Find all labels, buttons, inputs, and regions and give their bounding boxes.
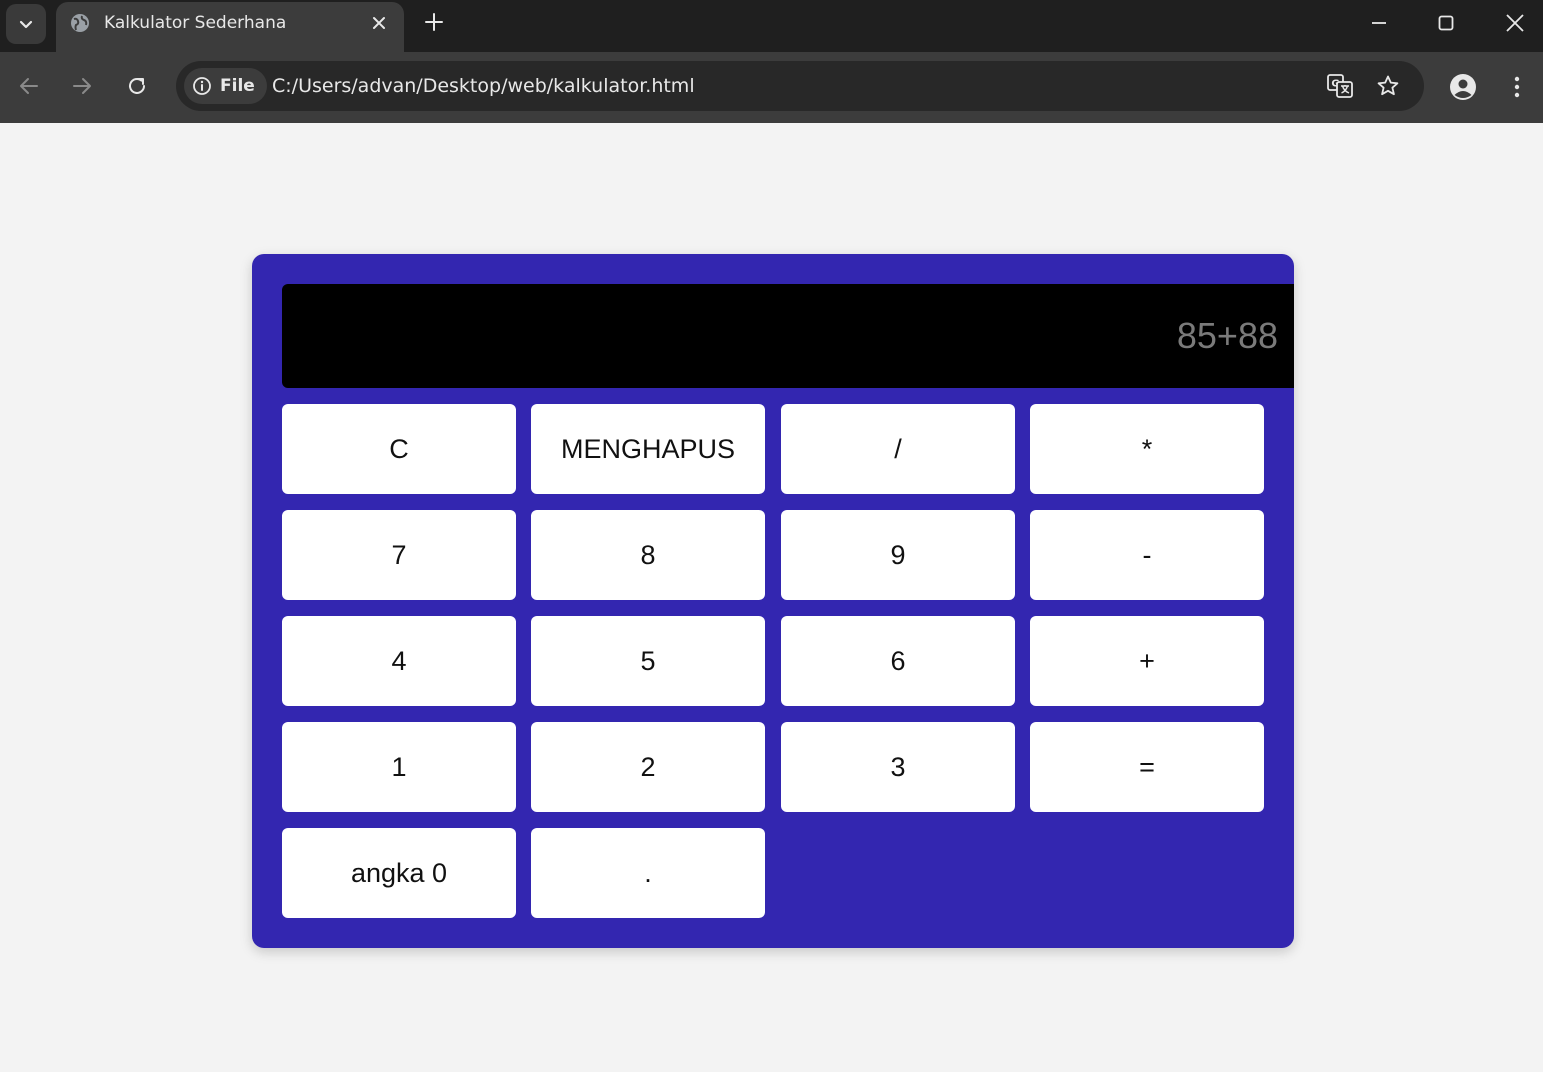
plus-icon	[425, 13, 443, 31]
more-vertical-icon	[1514, 76, 1520, 98]
digit-6-button[interactable]: 6	[781, 616, 1015, 706]
url-text[interactable]: C:/Users/advan/Desktop/web/kalkulator.ht…	[272, 74, 695, 98]
maximize-icon	[1438, 15, 1454, 31]
site-info-chip[interactable]: File	[184, 68, 267, 104]
close-icon	[373, 17, 385, 29]
close-icon	[1506, 14, 1524, 32]
browser-tab-strip: Kalkulator Sederhana	[0, 0, 1543, 52]
digit-9-button[interactable]: 9	[781, 510, 1015, 600]
globe-icon	[71, 14, 89, 32]
digit-5-button[interactable]: 5	[531, 616, 765, 706]
minimize-button[interactable]	[1364, 8, 1394, 38]
digit-8-button[interactable]: 8	[531, 510, 765, 600]
add-button[interactable]: +	[1030, 616, 1264, 706]
arrow-left-icon	[20, 78, 38, 94]
tab-title: Kalkulator Sederhana	[104, 13, 287, 33]
maximize-button[interactable]	[1431, 8, 1461, 38]
browser-menu-button[interactable]	[1504, 72, 1530, 102]
browser-tab-active[interactable]: Kalkulator Sederhana	[56, 2, 404, 52]
page-viewport: C MENGHAPUS / * 7 8 9 - 4 5 6 + 1 2 3 = …	[0, 123, 1543, 1072]
chevron-down-icon	[19, 20, 33, 29]
digit-1-button[interactable]: 1	[282, 722, 516, 812]
translate-button[interactable]: G	[1326, 72, 1354, 100]
bookmark-button[interactable]	[1374, 72, 1402, 100]
divide-button[interactable]: /	[781, 404, 1015, 494]
arrow-right-icon	[73, 78, 91, 94]
calculator-panel: C MENGHAPUS / * 7 8 9 - 4 5 6 + 1 2 3 = …	[252, 254, 1294, 948]
subtract-button[interactable]: -	[1030, 510, 1264, 600]
profile-icon	[1450, 74, 1476, 100]
multiply-button[interactable]: *	[1030, 404, 1264, 494]
new-tab-button[interactable]	[420, 8, 448, 36]
clear-button[interactable]: C	[282, 404, 516, 494]
star-icon	[1377, 75, 1399, 96]
tab-close-button[interactable]	[368, 12, 390, 34]
profile-button[interactable]	[1448, 72, 1478, 102]
translate-icon: G	[1327, 74, 1353, 98]
forward-button[interactable]	[67, 71, 97, 101]
delete-button[interactable]: MENGHAPUS	[531, 404, 765, 494]
reload-icon	[129, 77, 145, 94]
minimize-icon	[1372, 22, 1386, 24]
close-window-button[interactable]	[1500, 8, 1530, 38]
info-icon	[193, 77, 211, 95]
tab-search-button[interactable]	[6, 4, 46, 44]
digit-2-button[interactable]: 2	[531, 722, 765, 812]
calculator-display[interactable]	[282, 284, 1294, 388]
digit-3-button[interactable]: 3	[781, 722, 1015, 812]
back-button[interactable]	[14, 71, 44, 101]
reload-button[interactable]	[122, 71, 152, 101]
digit-4-button[interactable]: 4	[282, 616, 516, 706]
address-bar[interactable]: File C:/Users/advan/Desktop/web/kalkulat…	[176, 61, 1424, 111]
decimal-button[interactable]: .	[531, 828, 765, 918]
browser-toolbar: File C:/Users/advan/Desktop/web/kalkulat…	[0, 52, 1543, 123]
site-chip-label: File	[220, 76, 255, 96]
equals-button[interactable]: =	[1030, 722, 1264, 812]
digit-7-button[interactable]: 7	[282, 510, 516, 600]
digit-0-button[interactable]: angka 0	[282, 828, 516, 918]
